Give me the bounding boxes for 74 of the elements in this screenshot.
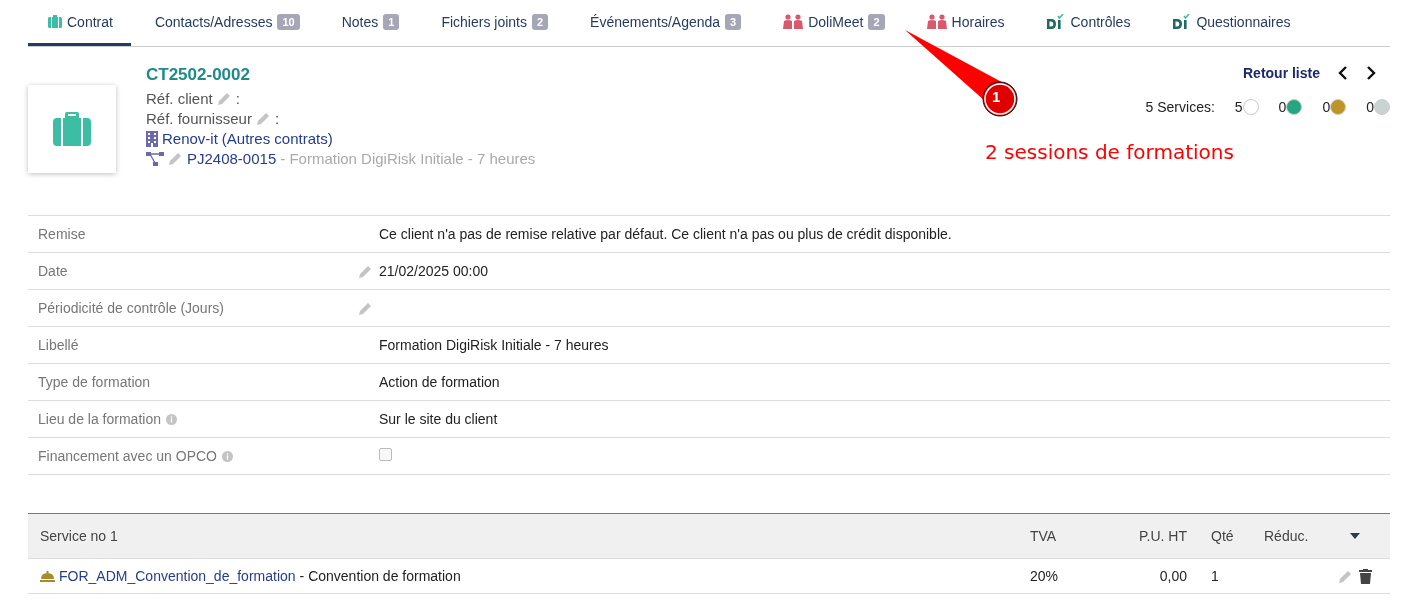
edit-icon[interactable] bbox=[358, 300, 373, 316]
column-header: Qté bbox=[1210, 528, 1235, 544]
field-label: Périodicité de contrôle (Jours) bbox=[38, 300, 224, 316]
info-icon bbox=[165, 413, 177, 425]
annotation-text: 2 sessions de formations bbox=[985, 140, 1234, 164]
other-contracts-link[interactable]: (Autres contrats) bbox=[221, 130, 333, 147]
project-tree-icon bbox=[146, 151, 164, 166]
contract-ref: CT2502-0002 bbox=[146, 65, 251, 85]
caret-icon[interactable] bbox=[1350, 533, 1360, 539]
company-link[interactable]: Renov-it bbox=[162, 130, 218, 147]
field-value: Ce client n'a pas de remise relative par défaut. Ce client n'a pas ou plus de crédit disponible. bbox=[379, 226, 952, 242]
column-header: Service no 1 bbox=[40, 528, 119, 544]
status-count: 0 bbox=[1278, 99, 1287, 115]
di-logo-icon bbox=[1172, 13, 1192, 30]
colon: : bbox=[235, 90, 240, 107]
field-value: Action de formation bbox=[379, 374, 500, 390]
tab[interactable]: Horaires bbox=[902, 0, 1023, 46]
services-label: 5 Services: bbox=[1145, 99, 1215, 115]
building-icon bbox=[146, 130, 158, 147]
field-label: Libellé bbox=[38, 337, 79, 353]
status-count: 5 bbox=[1234, 99, 1243, 115]
status-count: 0 bbox=[1366, 99, 1374, 115]
tab[interactable]: Événements/Agenda 3 bbox=[566, 0, 760, 46]
tab[interactable]: Contacts/Adresses 10 bbox=[130, 0, 318, 46]
edit-icon[interactable] bbox=[358, 263, 373, 279]
field-value: 21/02/2025 00:00 bbox=[379, 263, 488, 279]
checkbox[interactable] bbox=[379, 448, 392, 461]
annotation-number: 1 bbox=[992, 88, 1001, 105]
edit-icon[interactable] bbox=[1338, 568, 1353, 584]
back-to-list-link[interactable]: Retour liste bbox=[1243, 65, 1320, 81]
field-label: Lieu de la formation bbox=[38, 411, 161, 427]
tab[interactable]: Contrat bbox=[28, 0, 131, 46]
count-badge: 10 bbox=[277, 13, 300, 30]
tab[interactable]: Contrôles bbox=[1022, 0, 1149, 46]
people-icon bbox=[926, 14, 947, 29]
table-cell-text: 0,00 bbox=[1158, 568, 1187, 584]
service-link[interactable]: FOR_ADM_Convention_de_formation bbox=[59, 568, 296, 584]
tab[interactable]: DoliMeet 2 bbox=[759, 0, 903, 46]
count-badge: 2 bbox=[531, 13, 549, 30]
edit-icon[interactable] bbox=[168, 151, 183, 166]
field-label: Type de formation bbox=[38, 374, 151, 390]
tab[interactable]: Questionnaires bbox=[1148, 0, 1309, 46]
column-header: TVA bbox=[1030, 528, 1058, 544]
table-cell-text: 20% bbox=[1030, 568, 1060, 584]
field-label: Financement avec un OPCO bbox=[38, 448, 217, 464]
tab[interactable]: Notes 1 bbox=[317, 0, 418, 46]
project-link[interactable]: PJ2408-0015 bbox=[187, 150, 277, 167]
delete-icon[interactable] bbox=[1359, 568, 1372, 584]
colon: : bbox=[274, 110, 280, 127]
di-logo-icon bbox=[1046, 13, 1066, 30]
table-cell-text: 1 bbox=[1210, 568, 1220, 584]
count-badge: 1 bbox=[383, 13, 400, 30]
next-icon[interactable] bbox=[1366, 66, 1376, 80]
column-header: Réduc. bbox=[1264, 528, 1310, 544]
tab[interactable]: Fichiers joints 2 bbox=[417, 0, 567, 46]
service-label: - Convention de formation bbox=[299, 568, 461, 584]
field-label: Date bbox=[38, 263, 68, 279]
field-value: Formation DigiRisk Initiale - 7 heures bbox=[379, 337, 609, 353]
briefcase-icon bbox=[48, 15, 62, 28]
column-header: P.U. HT bbox=[1138, 528, 1187, 544]
client-ref-label: Réf. client bbox=[146, 90, 213, 107]
edit-icon[interactable] bbox=[255, 111, 271, 126]
edit-icon[interactable] bbox=[216, 91, 232, 106]
field-label: Remise bbox=[38, 226, 86, 242]
people-icon bbox=[783, 14, 804, 29]
project-label: - Formation DigiRisk Initiale - 7 heures bbox=[280, 150, 536, 167]
previous-icon[interactable] bbox=[1338, 66, 1348, 80]
field-value: Sur le site du client bbox=[379, 411, 498, 427]
status-count: 0 bbox=[1322, 99, 1331, 115]
service-bell-icon bbox=[40, 570, 55, 582]
count-badge: 3 bbox=[725, 13, 742, 30]
supplier-ref-label: Réf. fournisseur bbox=[146, 110, 252, 127]
info-icon bbox=[222, 450, 233, 462]
count-badge: 2 bbox=[868, 13, 885, 30]
